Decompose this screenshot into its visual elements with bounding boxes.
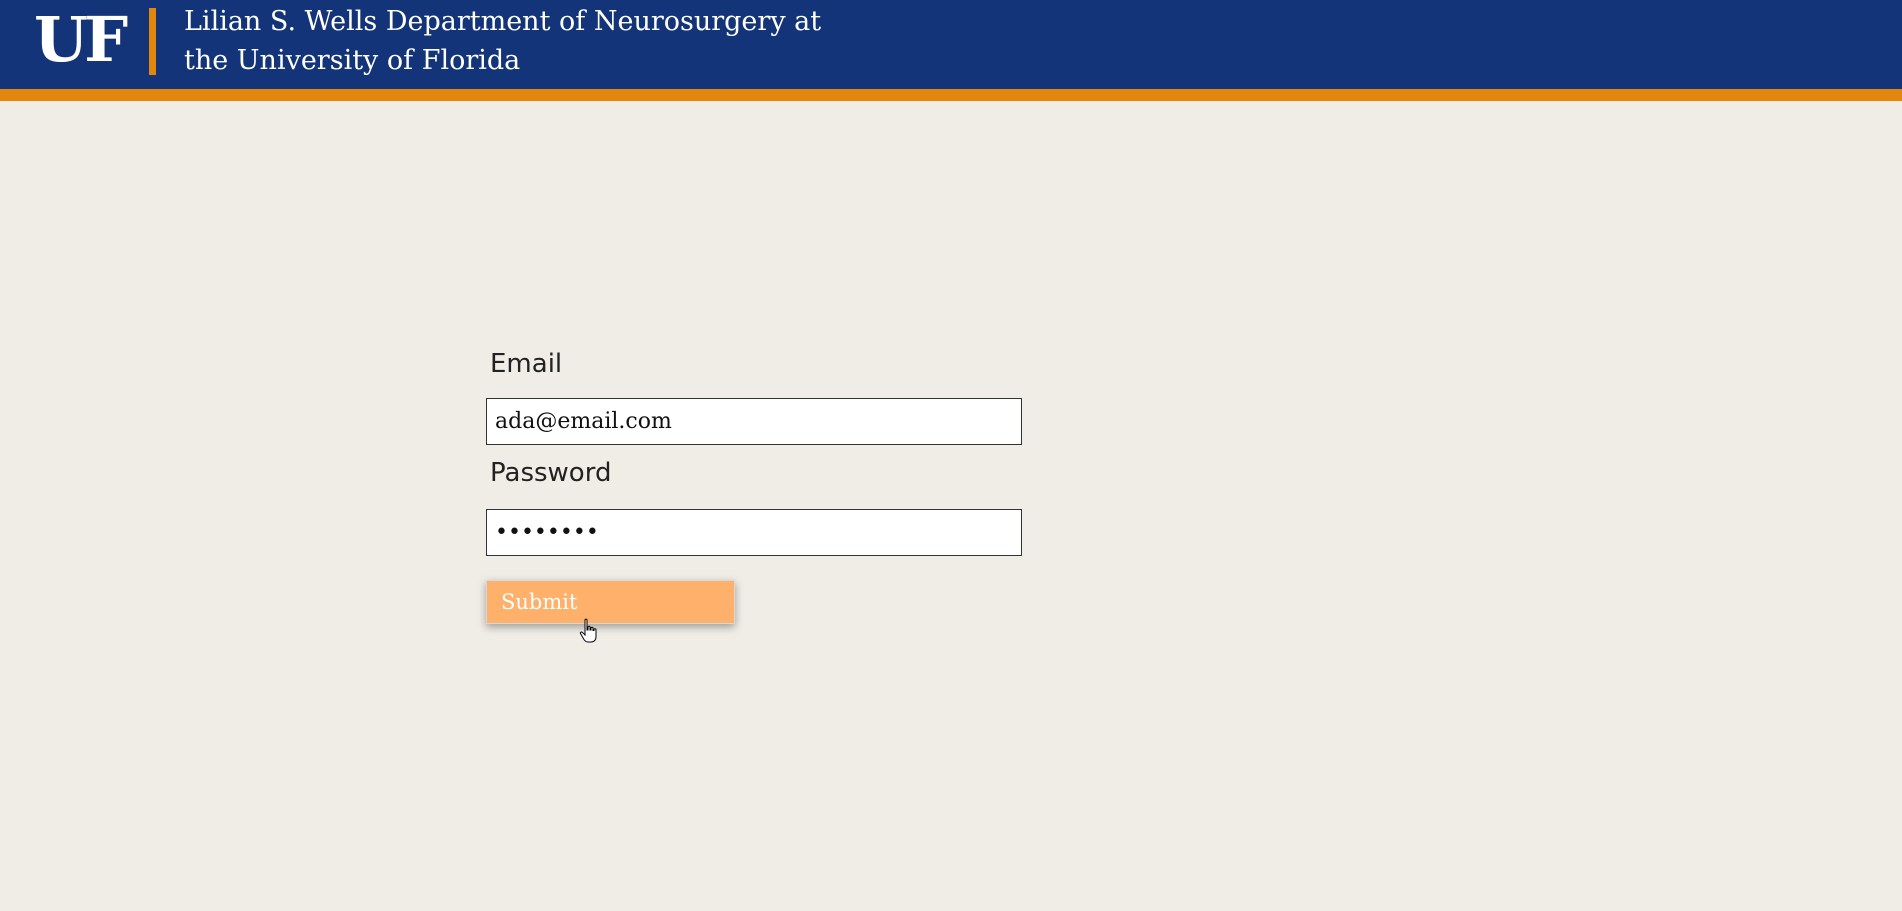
uf-logo[interactable]: UF	[34, 5, 128, 75]
department-title-line1: Lilian S. Wells Department of Neurosurge…	[184, 6, 822, 37]
department-title-line2: the University of Florida	[184, 45, 521, 76]
email-label: Email	[490, 349, 563, 379]
header-accent-stripe	[0, 89, 1902, 101]
submit-button[interactable]: Submit	[486, 580, 735, 624]
department-title[interactable]: Lilian S. Wells Department of Neurosurge…	[184, 2, 884, 80]
password-field[interactable]	[486, 509, 1022, 556]
site-header: UF Lilian S. Wells Department of Neurosu…	[0, 0, 1902, 89]
password-label: Password	[490, 458, 612, 488]
email-field[interactable]	[486, 398, 1022, 445]
hand-cursor-icon	[579, 618, 597, 643]
logo-divider	[149, 8, 156, 75]
